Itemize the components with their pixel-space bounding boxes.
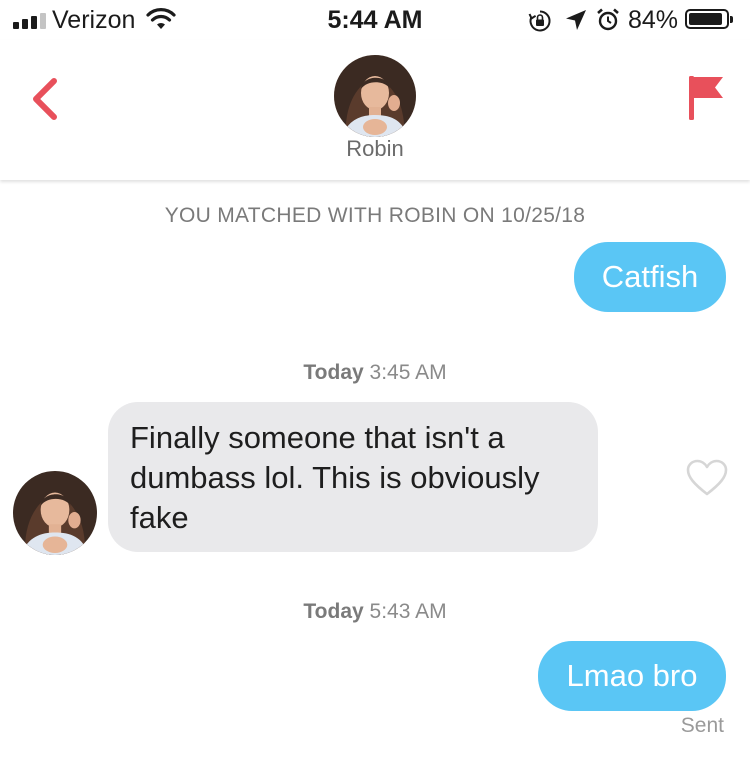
battery-icon <box>685 9 733 29</box>
flag-icon[interactable] <box>688 74 724 122</box>
sender-avatar[interactable] <box>13 471 97 555</box>
location-arrow-icon <box>566 10 586 30</box>
match-date-banner: YOU MATCHED WITH ROBIN ON 10/25/18 <box>164 204 586 227</box>
message-text: Lmao bro <box>566 658 698 693</box>
message-text: Finally someone that isn't a dumbass lol… <box>130 420 540 535</box>
match-avatar[interactable] <box>334 55 416 137</box>
alarm-icon <box>597 8 619 31</box>
incoming-message-bubble[interactable]: Finally someone that isn't a dumbass lol… <box>108 402 598 552</box>
outgoing-message-bubble[interactable]: Lmao bro <box>538 641 726 711</box>
rotation-lock-icon <box>528 10 551 32</box>
message-text: Catfish <box>601 259 699 294</box>
message-timestamp: Today 3:45 AM <box>0 361 750 385</box>
timestamp-day: Today <box>303 600 364 623</box>
outgoing-message-bubble[interactable]: Catfish <box>574 242 726 312</box>
battery-percent: 84% <box>628 6 679 34</box>
heart-outline-icon[interactable] <box>686 459 728 497</box>
message-timestamp: Today 5:43 AM <box>0 600 750 624</box>
timestamp-day: Today <box>303 361 364 384</box>
match-name: Robin <box>346 136 404 161</box>
status-bar: Verizon 5:44 AM 84% <box>0 0 750 40</box>
chevron-left-icon[interactable] <box>28 76 62 122</box>
sent-status: Sent <box>680 714 724 737</box>
chat-header: Robin <box>0 40 750 180</box>
timestamp-time: 5:43 AM <box>369 600 447 623</box>
timestamp-time: 3:45 AM <box>369 361 447 384</box>
